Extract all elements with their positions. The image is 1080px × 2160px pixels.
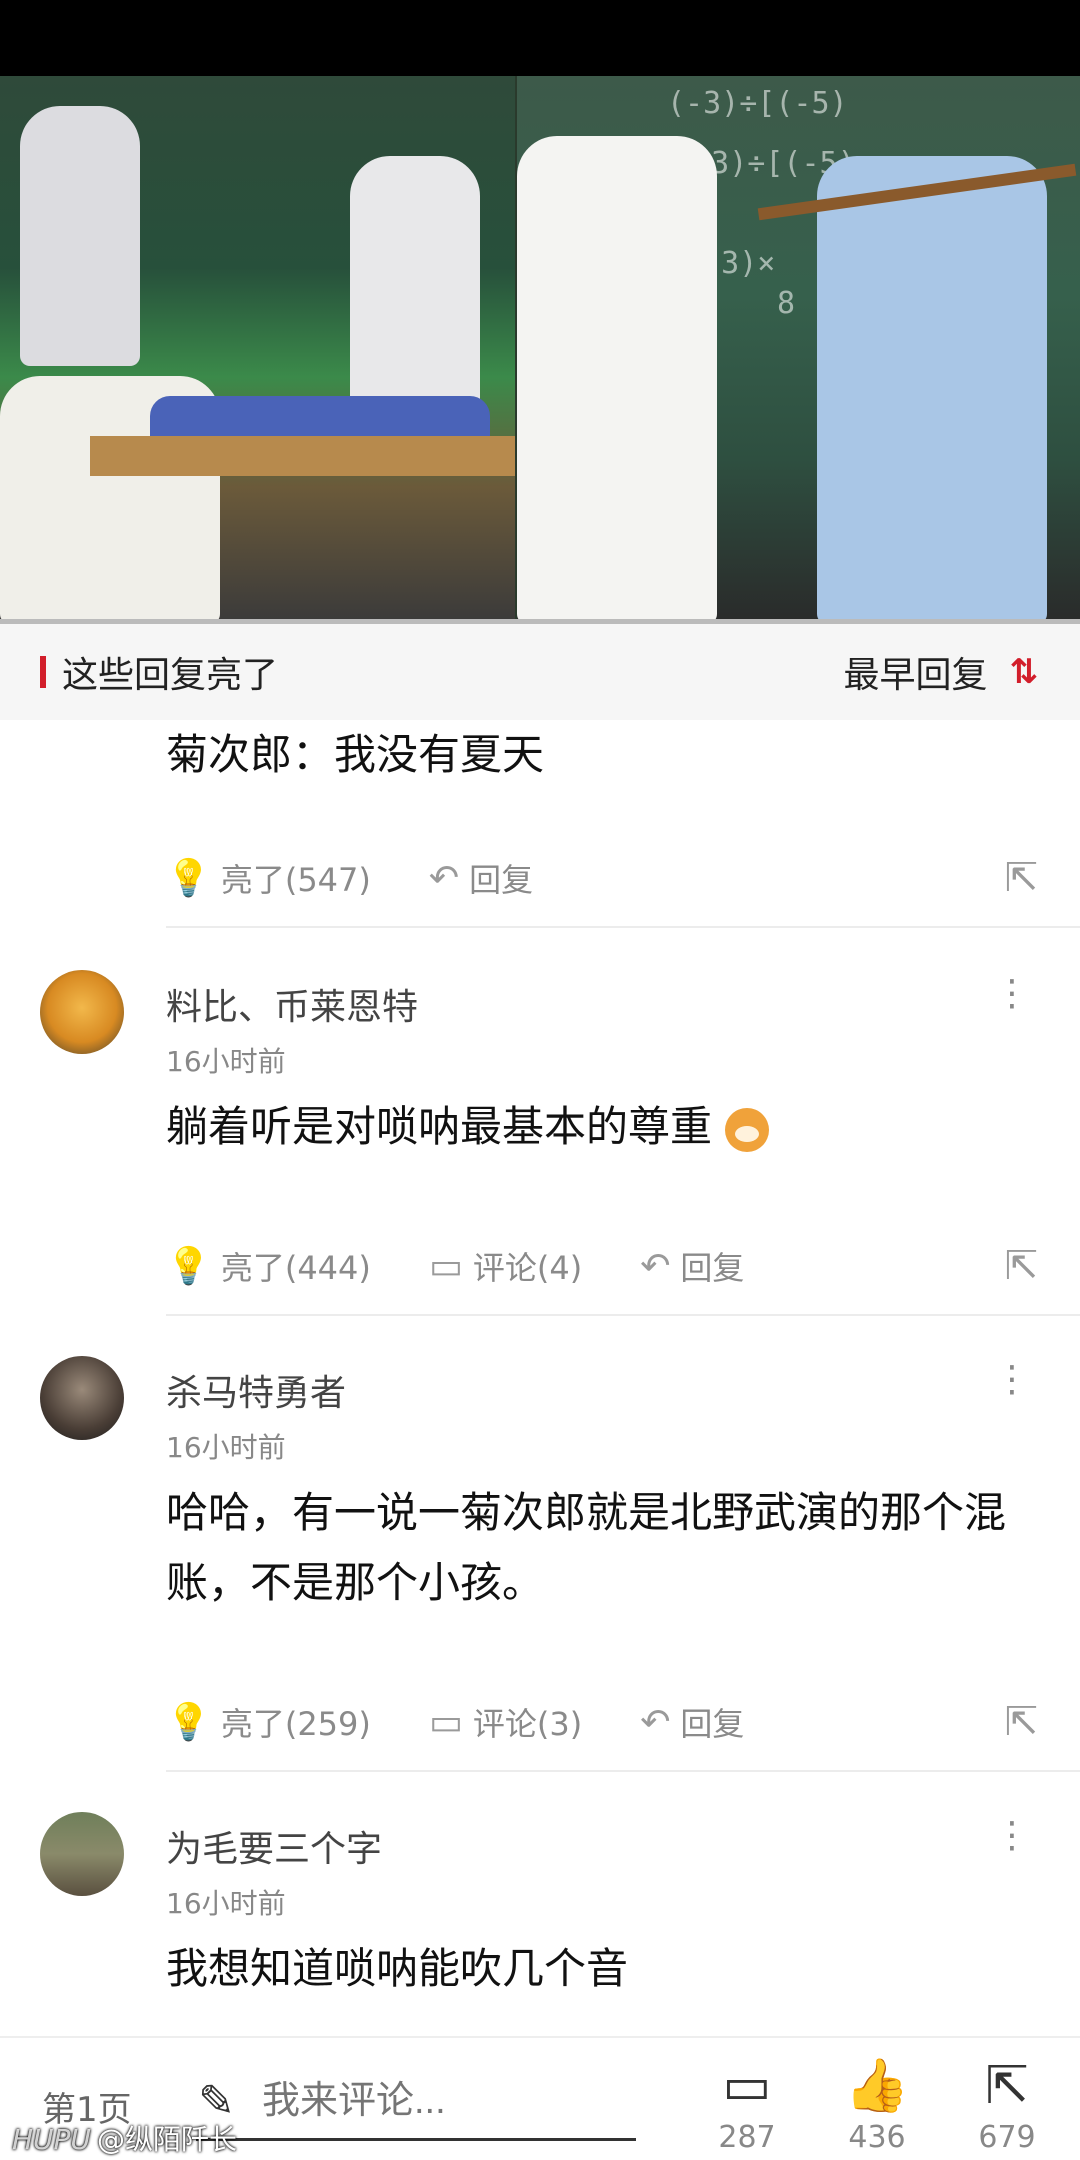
comment-button[interactable]: ▭ 评论(3) bbox=[429, 1699, 582, 1745]
share-icon[interactable]: ⇱ bbox=[1004, 1699, 1038, 1745]
reply-icon: ↶ bbox=[640, 1245, 671, 1287]
like-label: 亮了(259) bbox=[220, 1705, 371, 1743]
student-figure bbox=[517, 136, 717, 624]
like-label: 亮了(444) bbox=[220, 1249, 371, 1287]
like-label: 亮了(547) bbox=[220, 861, 371, 899]
board-text: (-3)÷[(-5) bbox=[667, 86, 848, 121]
comment-label: 评论(3) bbox=[472, 1705, 583, 1743]
comment-item: 菊次郎：我没有夏天 💡 亮了(547) ↶ 回复 ⇱ bbox=[0, 720, 1080, 928]
reply-label: 回复 bbox=[680, 1705, 745, 1743]
section-marker bbox=[40, 656, 46, 688]
like-button[interactable]: 💡 亮了(259) bbox=[166, 1699, 371, 1745]
video-frame-left bbox=[0, 76, 515, 624]
username[interactable]: 料比、币莱恩特 bbox=[166, 978, 418, 1030]
more-icon[interactable]: ⋮ bbox=[994, 976, 1030, 1012]
lightbulb-icon: 💡 bbox=[166, 858, 211, 899]
student-figure bbox=[350, 156, 480, 416]
reply-button[interactable]: ↶ 回复 bbox=[429, 855, 533, 901]
comment-input[interactable] bbox=[262, 2080, 751, 2123]
like-button[interactable]: 💡 亮了(444) bbox=[166, 1243, 371, 1289]
student-figure bbox=[817, 156, 1047, 624]
comment-label: 评论(4) bbox=[472, 1249, 583, 1287]
likes-stat[interactable]: 👍 436 bbox=[832, 2058, 922, 2155]
comment-item: 杀马特勇者 ⋮ 16小时前 哈哈，有一说一菊次郎就是北野武演的那个混账，不是那个… bbox=[0, 1314, 1080, 1772]
comment-text-content: 躺着听是对唢呐最基本的尊重 bbox=[166, 1102, 713, 1151]
board-text: 8 bbox=[777, 286, 796, 321]
comment-icon: ▭ bbox=[428, 1701, 463, 1743]
status-bar bbox=[0, 0, 1080, 76]
dog-emoji-icon bbox=[725, 1107, 770, 1152]
reply-section-header: 这些回复亮了 最早回复 ⇅ bbox=[0, 624, 1080, 720]
share-icon: ⇱ bbox=[985, 2056, 1029, 2116]
lightbulb-icon: 💡 bbox=[166, 1246, 211, 1287]
like-thumb-icon: 👍 bbox=[844, 2056, 910, 2116]
share-icon[interactable]: ⇱ bbox=[1004, 855, 1038, 901]
comment-icon: ▭ bbox=[428, 1245, 463, 1287]
comment-item: 料比、币莱恩特 ⋮ 16小时前 躺着听是对唢呐最基本的尊重 💡 亮了(444) … bbox=[0, 928, 1080, 1316]
watermark-handle: @纵陌阡长 bbox=[96, 2123, 237, 2156]
comment-text: 哈哈，有一说一菊次郎就是北野武演的那个混账，不是那个小孩。 bbox=[166, 1488, 1007, 1607]
username[interactable]: 杀马特勇者 bbox=[166, 1364, 346, 1416]
reply-label: 回复 bbox=[469, 861, 534, 899]
comment-text: 躺着听是对唢呐最基本的尊重 bbox=[0, 1092, 809, 1162]
input-underline bbox=[196, 2138, 636, 2141]
comment-button[interactable]: ▭ 评论(4) bbox=[429, 1243, 582, 1289]
more-icon[interactable]: ⋮ bbox=[994, 1362, 1030, 1398]
timestamp: 16小时前 bbox=[166, 1887, 286, 1920]
avatar[interactable] bbox=[40, 1812, 124, 1896]
comment-list: 菊次郎：我没有夏天 💡 亮了(547) ↶ 回复 ⇱ 料比、币莱恩特 ⋮ 16小… bbox=[0, 720, 1080, 2040]
avatar[interactable] bbox=[40, 970, 124, 1054]
section-title: 这些回复亮了 bbox=[62, 655, 279, 696]
avatar[interactable] bbox=[40, 1356, 124, 1440]
more-icon[interactable]: ⋮ bbox=[994, 1818, 1030, 1854]
shares-count: 679 bbox=[978, 2120, 1036, 2155]
comments-count: 287 bbox=[718, 2120, 776, 2155]
video-frame-right: (-3)÷[(-5) =(-3)÷[(-5) =(-3)× 8 bbox=[517, 76, 1080, 624]
comment-item: 为毛要三个字 ⋮ 16小时前 我想知道唢呐能吹几个音 bbox=[0, 1770, 1080, 2040]
comments-stat[interactable]: ▭ 287 bbox=[702, 2058, 792, 2155]
reply-icon: ↶ bbox=[640, 1701, 671, 1743]
desk bbox=[90, 436, 515, 476]
shares-stat[interactable]: ⇱ 679 bbox=[962, 2058, 1052, 2155]
likes-count: 436 bbox=[848, 2120, 906, 2155]
comment-text: 我想知道唢呐能吹几个音 bbox=[166, 1944, 629, 1993]
sort-icon: ⇅ bbox=[1009, 652, 1039, 692]
sort-button[interactable]: 最早回复 ⇅ bbox=[843, 646, 1038, 698]
reply-icon: ↶ bbox=[428, 857, 460, 899]
sort-label: 最早回复 bbox=[843, 655, 988, 696]
lightbulb-icon: 💡 bbox=[166, 1702, 211, 1743]
reply-label: 回复 bbox=[680, 1249, 745, 1287]
student-figure bbox=[20, 106, 140, 366]
video-player[interactable]: (-3)÷[(-5) =(-3)÷[(-5) =(-3)× 8 bbox=[0, 76, 1080, 624]
comment-icon: ▭ bbox=[722, 2056, 772, 2116]
reply-button[interactable]: ↶ 回复 bbox=[640, 1699, 744, 1745]
comment-text: 菊次郎：我没有夏天 bbox=[166, 730, 545, 779]
timestamp: 16小时前 bbox=[166, 1431, 286, 1464]
username[interactable]: 为毛要三个字 bbox=[166, 1820, 382, 1872]
timestamp: 16小时前 bbox=[166, 1045, 286, 1078]
reply-button[interactable]: ↶ 回复 bbox=[640, 1243, 744, 1289]
share-icon[interactable]: ⇱ bbox=[1004, 1243, 1038, 1289]
watermark-brand: HUPU bbox=[12, 2123, 91, 2156]
like-button[interactable]: 💡 亮了(547) bbox=[166, 855, 371, 901]
watermark: HUPU @纵陌阡长 bbox=[12, 2118, 237, 2158]
